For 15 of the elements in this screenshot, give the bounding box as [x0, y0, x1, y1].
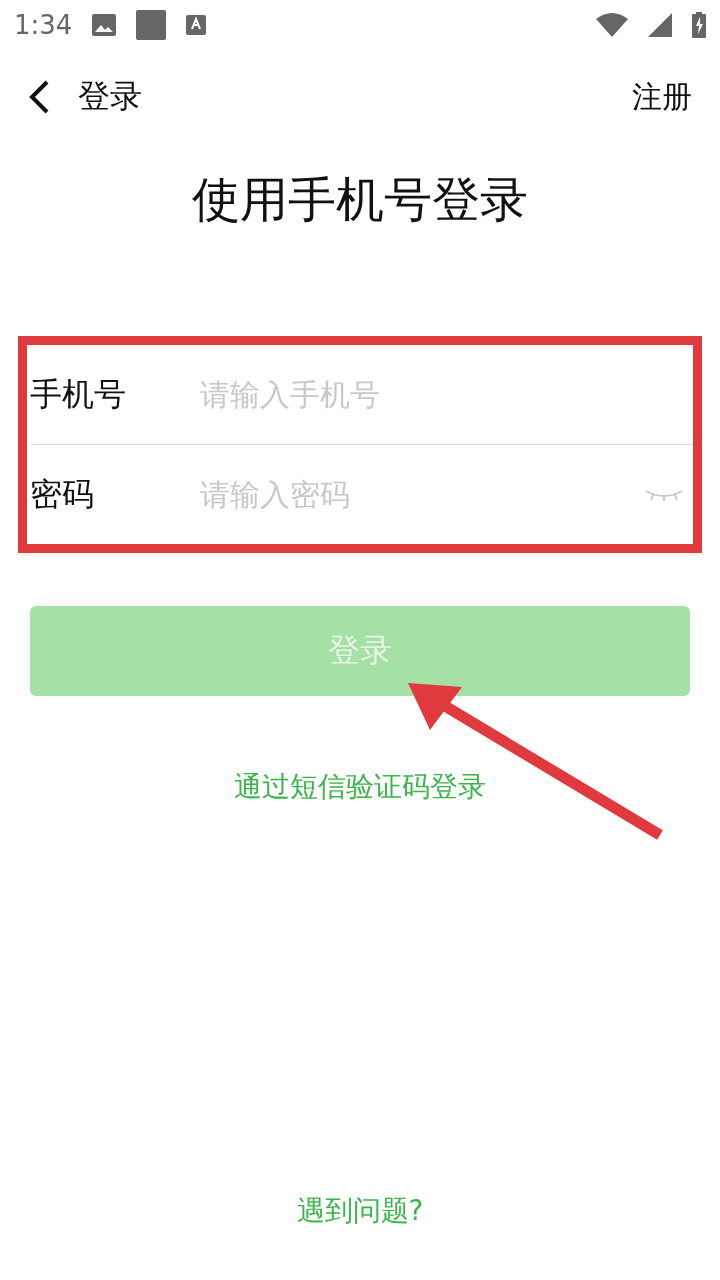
- sms-login-link[interactable]: 通过短信验证码登录: [234, 768, 486, 806]
- wifi-icon: [596, 13, 628, 37]
- status-time: 1:34: [14, 10, 73, 40]
- field-label: 手机号: [30, 373, 127, 415]
- register-link[interactable]: 注册: [632, 76, 692, 118]
- signal-icon: [648, 13, 672, 37]
- page-title: 登录: [78, 76, 142, 117]
- help-link[interactable]: 遇到问题?: [296, 1192, 424, 1230]
- image-icon: [92, 14, 117, 36]
- square-icon: [136, 10, 167, 40]
- heading: 使用手机号登录: [191, 170, 529, 229]
- back-icon[interactable]: [28, 80, 50, 114]
- field-label: 密码: [30, 473, 95, 515]
- keyboard-icon: [186, 15, 207, 35]
- battery-icon: [692, 12, 706, 38]
